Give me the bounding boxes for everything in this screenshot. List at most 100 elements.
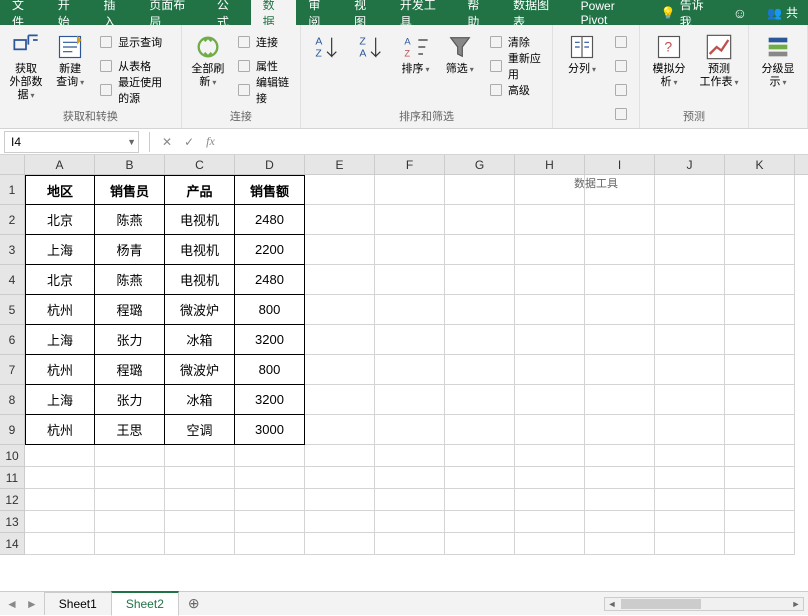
row-header-4[interactable]: 4	[0, 265, 25, 295]
cell-I11[interactable]	[585, 467, 655, 489]
cell-C2[interactable]: 电视机	[165, 205, 235, 235]
cell-H7[interactable]	[515, 355, 585, 385]
cell-A5[interactable]: 杭州	[25, 295, 95, 325]
cell-G7[interactable]	[445, 355, 515, 385]
formula-input[interactable]	[221, 131, 808, 153]
cell-K11[interactable]	[725, 467, 795, 489]
new-query-button[interactable]: 新建查询	[50, 31, 90, 91]
data-valid-button[interactable]	[609, 79, 633, 101]
menu-item-审阅[interactable]: 审阅	[296, 0, 342, 25]
cell-E7[interactable]	[305, 355, 375, 385]
cell-F12[interactable]	[375, 489, 445, 511]
cell-F4[interactable]	[375, 265, 445, 295]
cell-G8[interactable]	[445, 385, 515, 415]
cell-H6[interactable]	[515, 325, 585, 355]
cell-A8[interactable]: 上海	[25, 385, 95, 415]
cell-A3[interactable]: 上海	[25, 235, 95, 265]
cell-D8[interactable]: 3200	[235, 385, 305, 415]
column-header-J[interactable]: J	[655, 155, 725, 174]
cell-G4[interactable]	[445, 265, 515, 295]
cell-A11[interactable]	[25, 467, 95, 489]
cell-H5[interactable]	[515, 295, 585, 325]
row-header-10[interactable]: 10	[0, 445, 25, 467]
cell-F3[interactable]	[375, 235, 445, 265]
cell-A6[interactable]: 上海	[25, 325, 95, 355]
cell-C13[interactable]	[165, 511, 235, 533]
cell-F13[interactable]	[375, 511, 445, 533]
cell-E13[interactable]	[305, 511, 375, 533]
filter-button[interactable]: 筛选	[440, 31, 480, 78]
cell-G11[interactable]	[445, 467, 515, 489]
cell-A9[interactable]: 杭州	[25, 415, 95, 445]
cell-J4[interactable]	[655, 265, 725, 295]
sheet-next-icon[interactable]: ►	[26, 597, 38, 611]
cell-D14[interactable]	[235, 533, 305, 555]
whatif-button[interactable]: ?模拟分析	[646, 31, 692, 91]
cell-K5[interactable]	[725, 295, 795, 325]
chevron-down-icon[interactable]: ▼	[127, 137, 136, 147]
reapply-button[interactable]: 重新应用	[484, 55, 546, 77]
select-all-corner[interactable]	[0, 155, 25, 174]
cell-G10[interactable]	[445, 445, 515, 467]
cell-I14[interactable]	[585, 533, 655, 555]
fx-button[interactable]: fx	[200, 134, 221, 149]
column-header-C[interactable]: C	[165, 155, 235, 174]
menu-item-开始[interactable]: 开始	[46, 0, 92, 25]
cell-I3[interactable]	[585, 235, 655, 265]
cell-F5[interactable]	[375, 295, 445, 325]
menu-item-数据[interactable]: 数据	[251, 0, 297, 25]
sort-button[interactable]: AZ排序	[395, 31, 435, 78]
column-header-H[interactable]: H	[515, 155, 585, 174]
cell-B9[interactable]: 王思	[95, 415, 165, 445]
cell-A13[interactable]	[25, 511, 95, 533]
cell-B10[interactable]	[95, 445, 165, 467]
cell-C9[interactable]: 空调	[165, 415, 235, 445]
row-header-9[interactable]: 9	[0, 415, 25, 445]
cell-K4[interactable]	[725, 265, 795, 295]
share-button[interactable]: 👥 共	[757, 4, 808, 21]
menu-item-数据图表[interactable]: 数据图表	[501, 0, 569, 25]
show-queries-button[interactable]: 显示查询	[94, 31, 175, 53]
cell-G9[interactable]	[445, 415, 515, 445]
cell-I13[interactable]	[585, 511, 655, 533]
row-header-2[interactable]: 2	[0, 205, 25, 235]
cell-A1[interactable]: 地区	[25, 175, 95, 205]
cell-K12[interactable]	[725, 489, 795, 511]
advanced-button[interactable]: 高级	[484, 79, 546, 101]
text-to-columns-button[interactable]: 分列	[559, 31, 605, 78]
cell-C12[interactable]	[165, 489, 235, 511]
cell-J2[interactable]	[655, 205, 725, 235]
cell-A2[interactable]: 北京	[25, 205, 95, 235]
cell-C8[interactable]: 冰箱	[165, 385, 235, 415]
cell-B7[interactable]: 程璐	[95, 355, 165, 385]
cell-D6[interactable]: 3200	[235, 325, 305, 355]
cell-E12[interactable]	[305, 489, 375, 511]
cell-J5[interactable]	[655, 295, 725, 325]
cell-K14[interactable]	[725, 533, 795, 555]
cell-F1[interactable]	[375, 175, 445, 205]
cell-F14[interactable]	[375, 533, 445, 555]
column-header-F[interactable]: F	[375, 155, 445, 174]
menu-item-插入[interactable]: 插入	[92, 0, 138, 25]
cell-F9[interactable]	[375, 415, 445, 445]
cell-C10[interactable]	[165, 445, 235, 467]
cell-H12[interactable]	[515, 489, 585, 511]
consolidate-button[interactable]	[609, 103, 633, 125]
cell-C6[interactable]: 冰箱	[165, 325, 235, 355]
cell-J1[interactable]	[655, 175, 725, 205]
cell-F10[interactable]	[375, 445, 445, 467]
cell-B12[interactable]	[95, 489, 165, 511]
cell-F6[interactable]	[375, 325, 445, 355]
cell-B5[interactable]: 程璐	[95, 295, 165, 325]
cell-B2[interactable]: 陈燕	[95, 205, 165, 235]
cell-K7[interactable]	[725, 355, 795, 385]
sort-za-button[interactable]: ZA	[351, 31, 391, 63]
cell-J7[interactable]	[655, 355, 725, 385]
cell-G12[interactable]	[445, 489, 515, 511]
cell-B13[interactable]	[95, 511, 165, 533]
row-header-8[interactable]: 8	[0, 385, 25, 415]
cell-A4[interactable]: 北京	[25, 265, 95, 295]
cell-C7[interactable]: 微波炉	[165, 355, 235, 385]
column-header-K[interactable]: K	[725, 155, 795, 174]
cell-K10[interactable]	[725, 445, 795, 467]
